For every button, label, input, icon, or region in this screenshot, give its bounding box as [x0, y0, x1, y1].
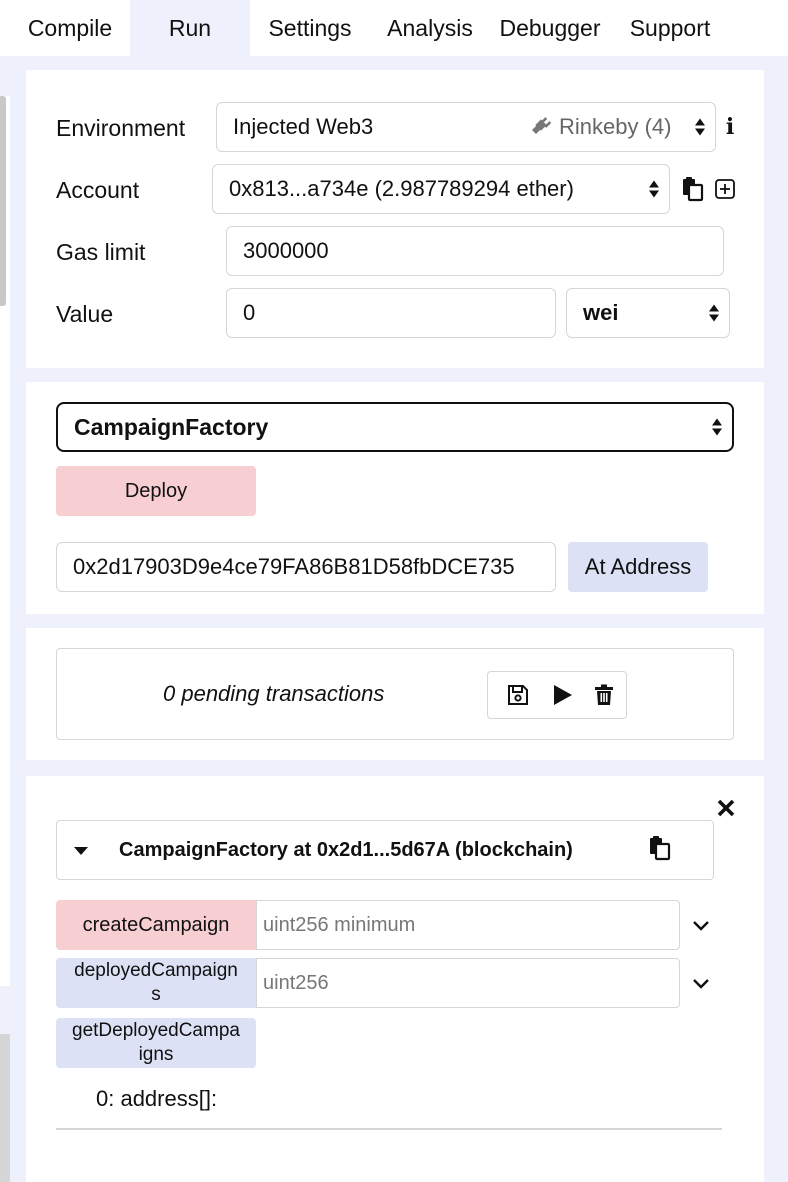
create-campaign-button[interactable]: createCampaign [56, 900, 256, 950]
plug-icon [525, 115, 551, 141]
gas-limit-value: 3000000 [243, 238, 329, 263]
network-value: Rinkeby (4) [559, 114, 672, 139]
address-input[interactable]: 0x2d17903D9e4ce79FA86B81D58fbDCE735 [56, 542, 556, 592]
environment-label: Environment [56, 115, 186, 141]
select-arrows-icon [712, 418, 722, 436]
contract-select[interactable]: CampaignFactory [56, 402, 734, 452]
play-icon[interactable] [550, 683, 574, 707]
at-address-button[interactable]: At Address [568, 542, 708, 592]
left-panel-edge [0, 56, 10, 1182]
account-select[interactable]: 0x813...a734e (2.987789294 ether) [212, 164, 670, 214]
deploy-button[interactable]: Deploy [56, 466, 256, 516]
tab-settings[interactable]: Settings [250, 0, 370, 56]
save-icon[interactable] [506, 683, 530, 707]
unit-value: wei [583, 300, 619, 325]
contract-value: CampaignFactory [74, 413, 269, 440]
pending-text: 0 pending transactions [163, 681, 385, 706]
tab-debugger[interactable]: Debugger [490, 0, 610, 56]
pending-box: 0 pending transactions [56, 648, 734, 740]
caret-down-icon[interactable] [73, 845, 89, 857]
value-input[interactable]: 0 [226, 288, 556, 338]
plus-square-icon[interactable] [714, 178, 736, 200]
tab-bar: Compile Run Settings Analysis Debugger S… [0, 0, 788, 56]
create-campaign-input[interactable]: uint256 minimum [256, 900, 680, 950]
divider [56, 1128, 722, 1130]
trash-icon[interactable] [592, 683, 616, 707]
account-value: 0x813...a734e (2.987789294 ether) [229, 176, 574, 201]
copy-icon[interactable] [680, 176, 706, 202]
select-arrows-icon [649, 180, 659, 198]
deployed-campaigns-placeholder: uint256 [263, 971, 329, 994]
value-value: 0 [243, 300, 256, 325]
environment-value: Injected Web3 [233, 114, 374, 139]
environment-select[interactable]: Injected Web3 Rinkeby (4) [216, 102, 716, 152]
chevron-down-icon[interactable] [690, 974, 712, 994]
unit-select[interactable]: wei [566, 288, 730, 338]
tab-support[interactable]: Support [610, 0, 730, 56]
scrollbar-thumb[interactable] [0, 96, 6, 306]
gas-limit-input[interactable]: 3000000 [226, 226, 724, 276]
tab-compile[interactable]: Compile [10, 0, 130, 56]
value-label: Value [56, 301, 114, 327]
info-icon[interactable]: i [722, 114, 738, 140]
select-arrows-icon [709, 304, 719, 322]
instance-header[interactable]: CampaignFactory at 0x2d1...5d67A (blockc… [56, 820, 714, 880]
settings-panel: Environment Injected Web3 Rinkeby (4) i … [26, 70, 764, 368]
pending-panel: 0 pending transactions [26, 628, 764, 760]
close-icon[interactable] [714, 796, 738, 820]
gas-limit-label: Gas limit [56, 239, 146, 265]
copy-icon[interactable] [647, 835, 673, 861]
chevron-down-icon[interactable] [690, 916, 712, 936]
deploy-panel: CampaignFactory Deploy 0x2d17903D9e4ce79… [26, 382, 764, 614]
create-campaign-placeholder: uint256 minimum [263, 913, 416, 936]
tab-analysis[interactable]: Analysis [370, 0, 490, 56]
tab-run[interactable]: Run [130, 0, 250, 56]
deployed-campaigns-button[interactable]: deployedCampaigns [56, 958, 256, 1008]
deployed-campaigns-input[interactable]: uint256 [256, 958, 680, 1008]
select-arrows-icon [695, 118, 705, 136]
instance-panel: CampaignFactory at 0x2d1...5d67A (blockc… [26, 776, 764, 1182]
instance-title: CampaignFactory at 0x2d1...5d67A (blockc… [119, 839, 573, 861]
left-panel-footer [0, 1034, 10, 1182]
account-label: Account [56, 177, 140, 203]
function-output: 0: address[]: [96, 1086, 218, 1111]
get-deployed-campaigns-button[interactable]: getDeployedCampaigns [56, 1018, 256, 1068]
pending-actions [487, 671, 627, 719]
address-value: 0x2d17903D9e4ce79FA86B81D58fbDCE735 [73, 554, 515, 579]
